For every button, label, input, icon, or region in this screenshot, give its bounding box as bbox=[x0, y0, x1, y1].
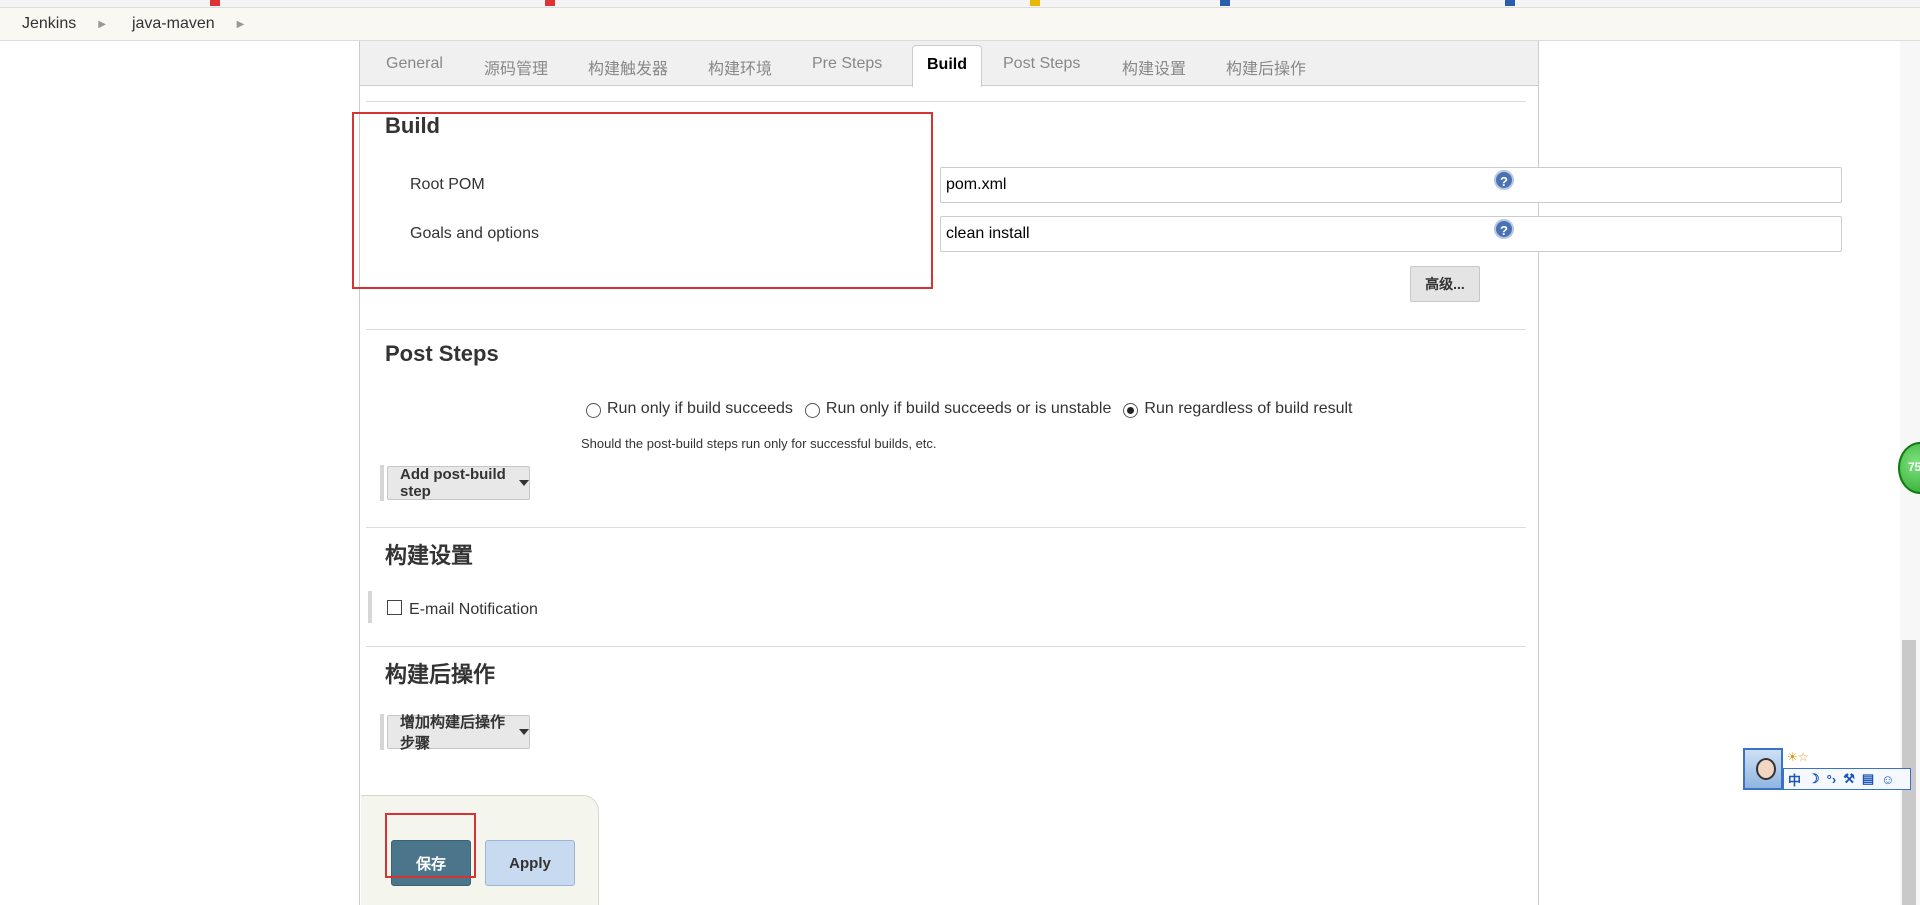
highlight-save-box bbox=[385, 813, 476, 878]
moon-icon[interactable]: ☽ bbox=[1808, 771, 1820, 787]
divider bbox=[366, 101, 1526, 102]
tab-pre-steps[interactable]: Pre Steps bbox=[812, 55, 882, 73]
email-notification-label: E-mail Notification bbox=[409, 601, 538, 618]
add-post-build-action-button[interactable]: 增加构建后操作步骤 bbox=[387, 714, 530, 752]
highlight-build-box bbox=[352, 112, 933, 289]
tab-build-environment[interactable]: 构建环境 bbox=[708, 55, 772, 79]
radio-succeeds-or-unstable[interactable] bbox=[804, 403, 820, 418]
smiley-icon[interactable]: ☺ bbox=[1881, 772, 1894, 787]
radio-regardless-label: Run regardless of build result bbox=[1144, 400, 1353, 417]
add-post-build-action-label: 增加构建后操作步骤 bbox=[400, 714, 506, 752]
post-steps-hint: Should the post-build steps run only for… bbox=[581, 436, 937, 451]
breadcrumb-jenkins[interactable]: Jenkins bbox=[22, 15, 76, 33]
ime-status-icon: ☀☆ bbox=[1787, 750, 1809, 764]
build-settings-section-title: 构建设置 bbox=[385, 543, 474, 568]
radio-succeeds-or-unstable-label: Run only if build succeeds or is unstabl… bbox=[825, 400, 1112, 417]
root-pom-input[interactable] bbox=[940, 167, 1842, 203]
radio-regardless[interactable] bbox=[1123, 403, 1139, 418]
post-build-actions-section-title: 构建后操作 bbox=[385, 662, 496, 687]
wrench-icon[interactable]: ⚒ bbox=[1843, 771, 1855, 787]
post-build-indent-bar bbox=[380, 714, 384, 750]
clipboard-icon[interactable]: ▤ bbox=[1862, 771, 1874, 787]
tab-post-steps[interactable]: Post Steps bbox=[1003, 55, 1080, 73]
breadcrumb-java-maven[interactable]: java-maven bbox=[132, 15, 215, 33]
goals-options-input[interactable] bbox=[940, 216, 1842, 252]
breadcrumb-chevron-icon: ▶ bbox=[236, 18, 245, 30]
caret-down-icon bbox=[519, 480, 529, 486]
apply-button[interactable]: Apply bbox=[485, 840, 575, 886]
punctuation-icon[interactable]: °› bbox=[1827, 772, 1837, 787]
tab-build-triggers[interactable]: 构建触发器 bbox=[588, 55, 668, 79]
breadcrumb: Jenkins ▶ java-maven ▶ bbox=[0, 8, 1920, 41]
post-steps-radio-group: Run only if build succeeds Run only if b… bbox=[586, 400, 1365, 418]
caret-down-icon bbox=[519, 729, 529, 735]
add-post-build-step-label: Add post-build step bbox=[400, 466, 506, 500]
divider bbox=[366, 646, 1526, 647]
jenkins-config-page: Jenkins ▶ java-maven ▶ General 源码管理 构建触发… bbox=[0, 0, 1920, 905]
radio-build-succeeds[interactable] bbox=[586, 403, 601, 418]
tab-scm[interactable]: 源码管理 bbox=[484, 55, 548, 79]
tab-post-build-actions[interactable]: 构建后操作 bbox=[1226, 55, 1306, 79]
root-pom-help-icon[interactable]: ? bbox=[1494, 170, 1514, 190]
goals-options-help-icon[interactable]: ? bbox=[1494, 219, 1514, 239]
divider bbox=[366, 527, 1526, 528]
radio-build-succeeds-label: Run only if build succeeds bbox=[607, 400, 793, 417]
advanced-button[interactable]: 高级... bbox=[1410, 266, 1480, 302]
add-post-build-step-button[interactable]: Add post-build step bbox=[387, 466, 530, 500]
browser-bookmarks-strip bbox=[0, 0, 1920, 8]
email-notification-checkbox[interactable] bbox=[387, 600, 402, 615]
tab-build-settings[interactable]: 构建设置 bbox=[1122, 55, 1186, 79]
breadcrumb-chevron-icon: ▶ bbox=[98, 18, 106, 30]
divider bbox=[366, 329, 1526, 330]
step-indent-bar bbox=[380, 465, 384, 501]
ime-toolbar: ☀☆ 中 ☽ °› ⚒ ▤ ☺ bbox=[1743, 748, 1911, 790]
post-steps-section-title: Post Steps bbox=[385, 341, 499, 366]
ime-controls: 中 ☽ °› ⚒ ▤ ☺ bbox=[1783, 768, 1911, 790]
ime-avatar[interactable] bbox=[1743, 748, 1783, 790]
ime-mode-label[interactable]: 中 bbox=[1788, 770, 1801, 789]
tab-build[interactable]: Build bbox=[912, 45, 982, 87]
tab-general[interactable]: General bbox=[386, 55, 443, 73]
settings-indent-bar bbox=[368, 591, 372, 623]
config-tabbar: General 源码管理 构建触发器 构建环境 Pre Steps Build … bbox=[360, 41, 1538, 87]
